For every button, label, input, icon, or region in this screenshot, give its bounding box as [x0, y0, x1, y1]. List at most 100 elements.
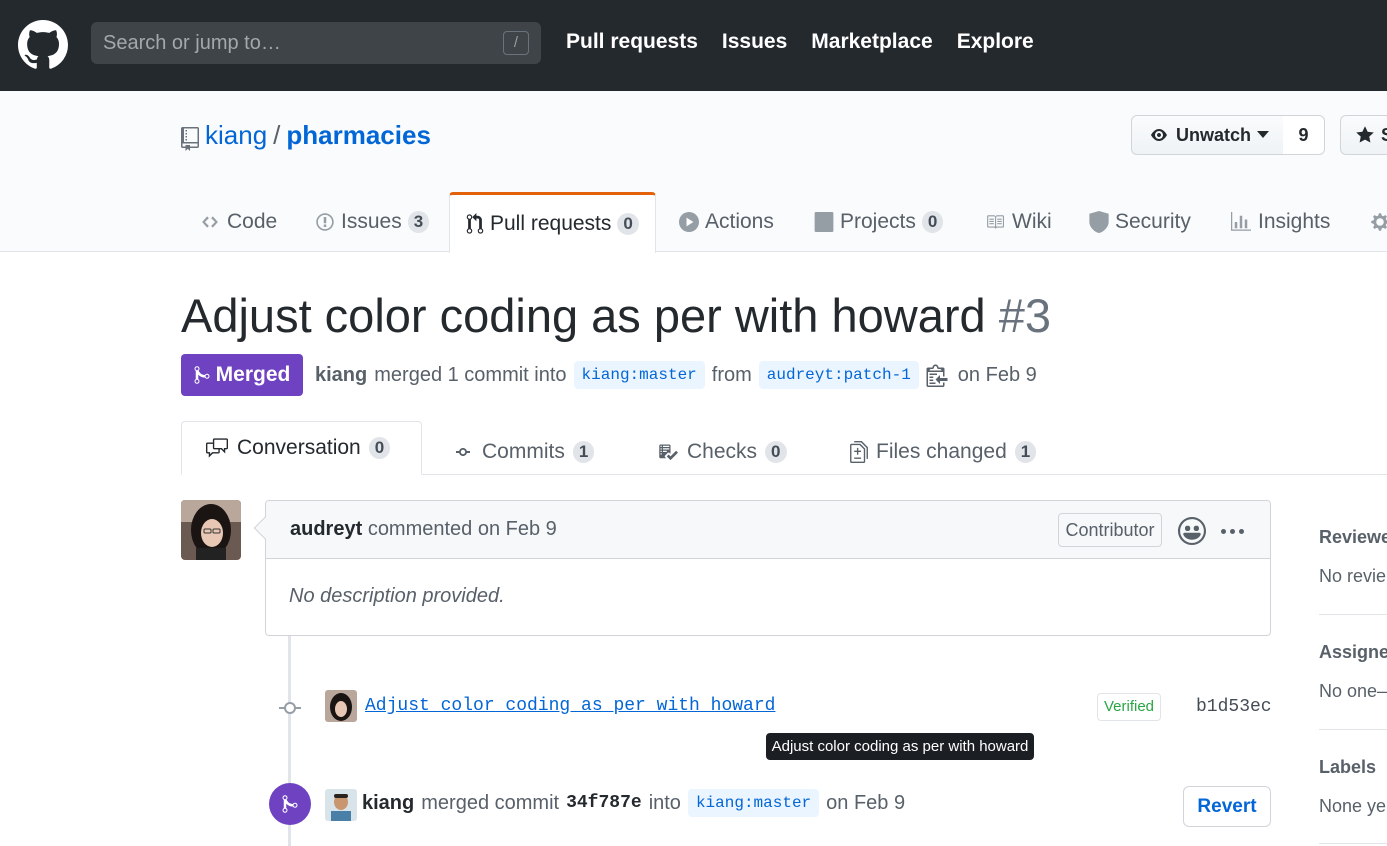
projects-count: 0: [921, 211, 944, 233]
star-label: S: [1381, 125, 1387, 146]
tab-insights-label: Insights: [1258, 210, 1331, 233]
merge-commit-sha[interactable]: 34f787e: [566, 793, 642, 813]
tab-commits[interactable]: Commits 1: [452, 432, 595, 472]
tab-settings[interactable]: [1370, 192, 1387, 252]
global-header: / Pull requests Issues Marketplace Explo…: [0, 0, 1387, 91]
watch-count[interactable]: 9: [1283, 115, 1325, 155]
merge-target-branch[interactable]: kiang:master: [687, 789, 820, 817]
global-nav: Pull requests Issues Marketplace Explore: [566, 30, 1034, 54]
tab-actions-label: Actions: [705, 210, 774, 233]
nav-explore[interactable]: Explore: [957, 30, 1034, 54]
revert-button[interactable]: Revert: [1183, 786, 1271, 827]
pr-date: on Feb 9: [957, 363, 1037, 386]
verified-badge[interactable]: Verified: [1097, 693, 1161, 721]
tab-code-label: Code: [227, 210, 278, 233]
pr-title: Adjust color coding as per with howard #…: [181, 288, 1051, 343]
book-icon: [987, 215, 1004, 229]
commit-author-avatar[interactable]: [325, 690, 357, 722]
tab-pull-requests[interactable]: Pull requests 0: [449, 192, 656, 253]
issues-count: 3: [407, 211, 430, 233]
commit-sha-link[interactable]: b1d53ec: [1196, 697, 1272, 717]
tab-insights[interactable]: Insights: [1230, 192, 1330, 252]
tab-checks[interactable]: Checks 0: [657, 432, 787, 472]
code-icon: [202, 216, 218, 228]
pull-requests-count: 0: [617, 213, 639, 235]
merge-icon: [194, 366, 210, 384]
comment-body: No description provided.: [289, 585, 505, 607]
tab-issues[interactable]: Issues 3: [315, 192, 430, 252]
comment-action[interactable]: commented on Feb 9: [368, 518, 557, 540]
comment-pointer: [253, 516, 277, 540]
pr-meta: kiang merged 1 commit into kiang:master …: [315, 361, 1037, 389]
conversation-count: 0: [368, 437, 391, 459]
pr-state-label: Merged: [215, 363, 291, 386]
assignees-value: No one–: [1319, 681, 1387, 701]
tab-checks-label: Checks: [687, 440, 758, 463]
reviewers-value: No revie: [1319, 566, 1387, 586]
tab-issues-label: Issues: [341, 210, 402, 233]
commit-message-link[interactable]: Adjust color coding as per with howard: [365, 696, 775, 716]
merge-date[interactable]: on Feb 9: [826, 792, 905, 815]
nav-pull-requests[interactable]: Pull requests: [566, 30, 698, 54]
merge-author-link[interactable]: kiang: [362, 792, 414, 815]
commit-icon: [456, 448, 470, 456]
nav-marketplace[interactable]: Marketplace: [811, 30, 932, 54]
pull-request-icon: [466, 213, 484, 234]
merge-event-badge: [269, 783, 311, 825]
comment-author-link[interactable]: audreyt: [290, 518, 362, 540]
tab-wiki[interactable]: Wiki: [984, 192, 1052, 252]
repo-separator: /: [273, 120, 281, 150]
search-input[interactable]: [91, 22, 541, 64]
tab-actions[interactable]: Actions: [679, 192, 774, 252]
base-branch[interactable]: kiang:master: [573, 361, 705, 389]
avatar[interactable]: [181, 500, 241, 560]
repo-owner-link[interactable]: kiang: [205, 120, 267, 150]
star-button[interactable]: S: [1340, 115, 1387, 155]
nav-issues[interactable]: Issues: [722, 30, 787, 54]
sidebar-labels: Labels None ye: [1319, 757, 1387, 817]
global-search[interactable]: /: [91, 22, 541, 64]
reviewers-title[interactable]: Reviewe: [1319, 527, 1387, 548]
issue-icon: [316, 213, 334, 231]
pr-title-text: Adjust color coding as per with howard: [181, 289, 986, 342]
commit-icon: [279, 702, 301, 714]
eye-icon: [1151, 129, 1167, 141]
comment-discussion-icon: [206, 438, 228, 458]
head-branch[interactable]: audreyt:patch-1: [758, 361, 919, 389]
merge-text-2: into: [648, 791, 681, 814]
commits-count: 1: [572, 441, 595, 463]
repo-name-link[interactable]: pharmacies: [286, 120, 431, 150]
caret-down-icon: [1257, 131, 1270, 138]
sidebar-divider: [1319, 729, 1387, 730]
tab-conversation-label: Conversation: [237, 436, 361, 459]
tab-files-changed[interactable]: Files changed 1: [850, 432, 1037, 472]
file-diff-icon: [850, 441, 868, 463]
tab-code[interactable]: Code: [199, 192, 277, 252]
assignees-title[interactable]: Assigne: [1319, 642, 1387, 663]
tab-projects[interactable]: Projects 0: [814, 192, 944, 252]
shield-icon: [1089, 211, 1109, 233]
labels-title[interactable]: Labels: [1319, 757, 1387, 778]
sidebar-assignees: Assigne No one–: [1319, 642, 1387, 702]
merge-event-text: kiang merged commit 34f787e into kiang:m…: [362, 789, 912, 817]
search-shortcut-hint: /: [503, 31, 529, 55]
contributor-badge: Contributor: [1058, 513, 1162, 547]
add-reaction-icon[interactable]: [1178, 517, 1206, 545]
kiang-avatar-image: [325, 789, 357, 821]
comment-author-line: audreyt commented on Feb 9: [290, 518, 557, 541]
commit-tooltip: Adjust color coding as per with howard: [766, 733, 1034, 760]
repo-nav-tabs: Code Issues 3 Pull requests 0 Actions Pr…: [0, 192, 1387, 253]
clipboard-icon[interactable]: [926, 363, 948, 387]
pr-author-link[interactable]: kiang: [315, 364, 367, 387]
pr-merged-text: merged 1 commit into: [374, 363, 567, 386]
tab-files-changed-label: Files changed: [876, 440, 1007, 463]
tab-security[interactable]: Security: [1089, 192, 1191, 252]
audreyt-avatar-image: [181, 500, 241, 560]
tab-conversation[interactable]: Conversation 0: [181, 421, 422, 475]
tab-pull-requests-label: Pull requests: [490, 212, 612, 235]
merger-avatar[interactable]: [325, 789, 357, 821]
unwatch-button[interactable]: Unwatch: [1131, 115, 1284, 155]
pr-number: #3: [998, 289, 1051, 342]
comment-options-button[interactable]: [1216, 517, 1248, 545]
github-logo-icon[interactable]: [18, 20, 68, 70]
